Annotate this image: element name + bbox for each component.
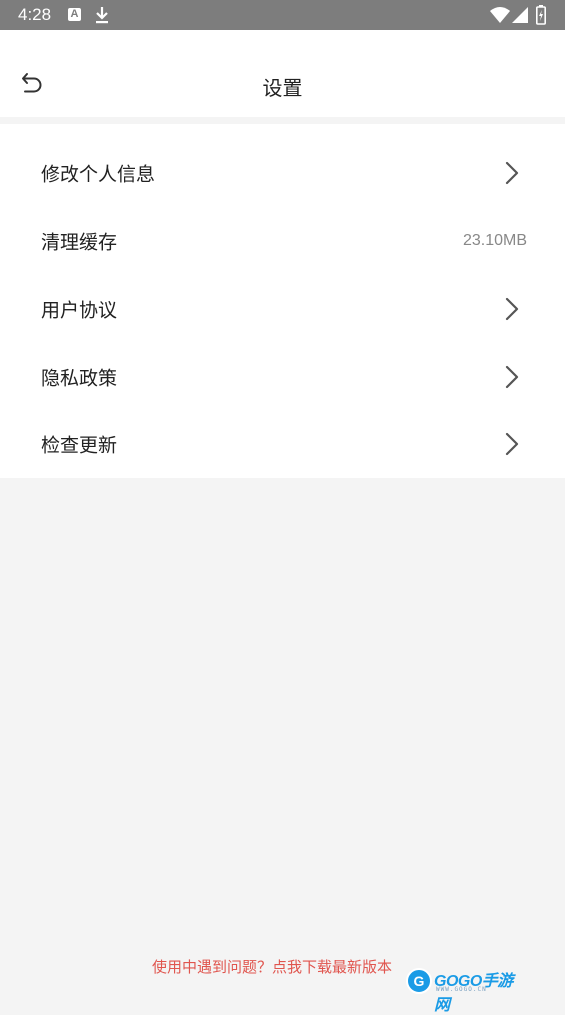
download-latest-version-link[interactable]: 使用中遇到问题？点我下载最新版本 <box>152 956 392 977</box>
download-icon <box>95 6 109 28</box>
top-bar: 设置 <box>0 30 565 117</box>
settings-list: 修改个人信息 清理缓存 23.10MB 用户协议 隐私政策 检查更新 <box>0 124 565 478</box>
settings-item-edit-profile[interactable]: 修改个人信息 <box>0 138 565 206</box>
battery-icon <box>536 5 546 29</box>
settings-item-user-agreement[interactable]: 用户协议 <box>0 274 565 342</box>
settings-item-privacy-policy[interactable]: 隐私政策 <box>0 342 565 410</box>
chevron-right-icon <box>502 430 522 458</box>
status-time: 4:28 <box>18 5 52 24</box>
a-notification-icon: A <box>68 8 81 21</box>
watermark-domain: WWW.GOGO.CN <box>436 986 487 993</box>
cache-size-value: 23.10MB <box>462 232 527 249</box>
page-title: 设置 <box>262 76 303 100</box>
settings-item-clear-cache[interactable]: 清理缓存 23.10MB <box>0 206 565 274</box>
settings-item-label: 用户协议 <box>41 299 118 322</box>
signal-icon <box>512 7 528 27</box>
wifi-icon <box>490 7 510 27</box>
settings-item-label: 修改个人信息 <box>41 163 156 186</box>
status-bar: 4:28 A <box>0 0 565 30</box>
watermark-logo: G GOGO手游网 WWW.GOGO.CN <box>406 967 518 1014</box>
chevron-right-icon <box>502 363 522 391</box>
chevron-right-icon <box>502 295 522 323</box>
watermark-circle-icon: G <box>406 968 432 994</box>
settings-item-label: 隐私政策 <box>41 367 118 390</box>
settings-item-check-update[interactable]: 检查更新 <box>0 409 565 477</box>
settings-item-label: 检查更新 <box>41 434 118 457</box>
settings-item-label: 清理缓存 <box>41 231 118 254</box>
chevron-right-icon <box>502 159 522 187</box>
